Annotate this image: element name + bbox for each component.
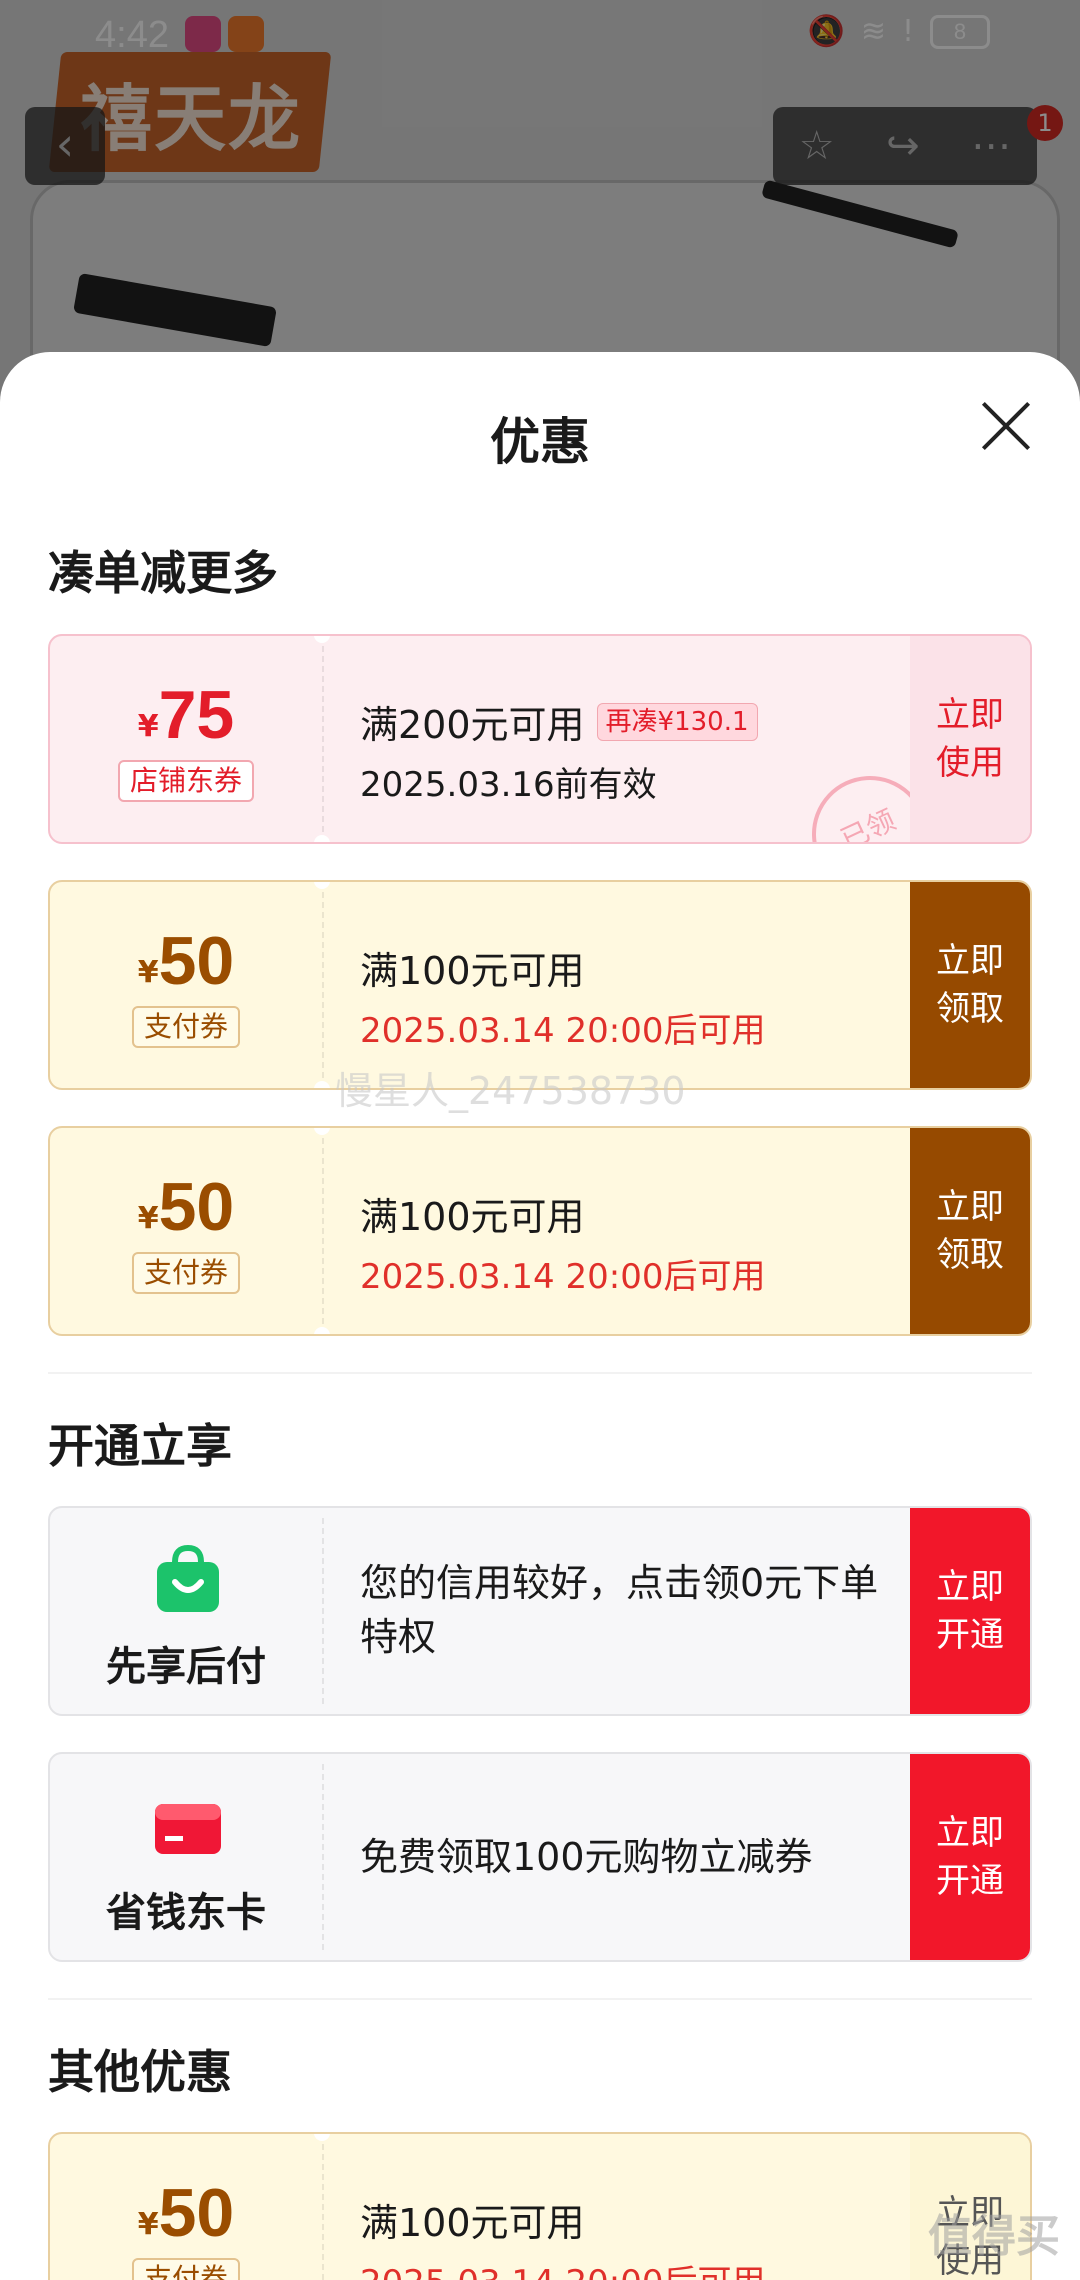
coupon-details: 满100元可用 2025.03.14 20:00后可用 [360,1186,890,1298]
section-divider [48,1998,1032,2000]
coupon-available-time: 2025.03.14 20:00后可用 [360,1257,766,1297]
site-watermark: 值得买 [928,2211,1060,2262]
section-title-activate: 开通立享 [48,1419,232,1473]
card-icon [155,1804,221,1854]
coupon-condition: 满100元可用 [360,1195,585,1239]
coupon-condition: 满100元可用 [360,949,585,993]
user-watermark: 慢星人_247538730 [335,1069,686,1113]
coupon-card: ¥50 支付券 满100元可用 2025.03.14 20:00后可用 立即使用 [48,2132,1032,2280]
section-title-other: 其他优惠 [48,2045,232,2099]
service-name: 先享后付 [106,1644,266,1690]
service-name: 省钱东卡 [106,1890,266,1936]
coupon-type-tag: 支付券 [131,2258,241,2280]
use-now-button[interactable]: 立即使用 [910,636,1030,842]
coupon-available-time: 2025.03.14 20:00后可用 [360,1011,766,1051]
service-card: 省钱东卡 免费领取100元购物立减券 立即开通 [48,1752,1032,1962]
dashed-separator [322,892,324,1078]
coupon-card: ¥75 店铺东券 满200元可用 再凑¥130.1 2025.03.16前有效 已… [48,634,1032,844]
dashed-separator [322,1764,324,1950]
coupon-validity: 2025.03.16前有效 [360,765,657,805]
coupon-amount: ¥50 [137,1169,235,1245]
sheet-title: 优惠 [490,413,590,471]
dashed-separator [322,2144,324,2280]
coupon-amount: ¥75 [137,677,235,753]
coupon-details: 满200元可用 再凑¥130.1 2025.03.16前有效 [360,694,890,806]
claim-now-button[interactable]: 立即领取 [910,882,1030,1088]
close-icon[interactable] [980,400,1032,452]
coupon-details: 满100元可用 2025.03.14 20:00后可用 [360,2192,890,2280]
service-card: 先享后付 您的信用较好，点击领0元下单特权 立即开通 [48,1506,1032,1716]
coupon-condition: 满200元可用 [360,703,585,747]
dashed-separator [322,1518,324,1704]
coupon-type-tag: 支付券 [131,1006,241,1048]
coupon-available-time: 2025.03.14 20:00后可用 [360,2255,890,2280]
activate-now-button[interactable]: 立即开通 [910,1508,1030,1714]
dashed-separator [322,1138,324,1324]
service-description: 您的信用较好，点击领0元下单特权 [360,1561,879,1659]
shopping-bag-icon [157,1544,219,1612]
section-divider [48,1372,1032,1374]
coupon-card: ¥50 支付券 满100元可用 2025.03.14 20:00后可用 立即领取 [48,880,1032,1090]
coupon-card: ¥50 支付券 满100元可用 2025.03.14 20:00后可用 立即领取 [48,1126,1032,1336]
coupon-condition: 满100元可用 [360,2201,585,2245]
coupon-details: 满100元可用 2025.03.14 20:00后可用 [360,940,890,1052]
coupon-sheet: 优惠 凑单减更多 ¥75 店铺东券 满200元可用 再凑¥130.1 2025.0… [0,352,1080,2280]
coupon-type-tag: 支付券 [131,1252,241,1294]
claim-now-button[interactable]: 立即领取 [910,1128,1030,1334]
coupon-amount: ¥50 [137,2175,235,2251]
dashed-separator [322,646,324,832]
section-title-bundle: 凑单减更多 [48,546,278,600]
coupon-type-tag: 店铺东券 [117,760,255,802]
service-description: 免费领取100元购物立减券 [360,1835,813,1879]
coupon-amount: ¥50 [137,923,235,999]
bundle-remaining-badge: 再凑¥130.1 [596,702,758,741]
activate-now-button[interactable]: 立即开通 [910,1754,1030,1960]
